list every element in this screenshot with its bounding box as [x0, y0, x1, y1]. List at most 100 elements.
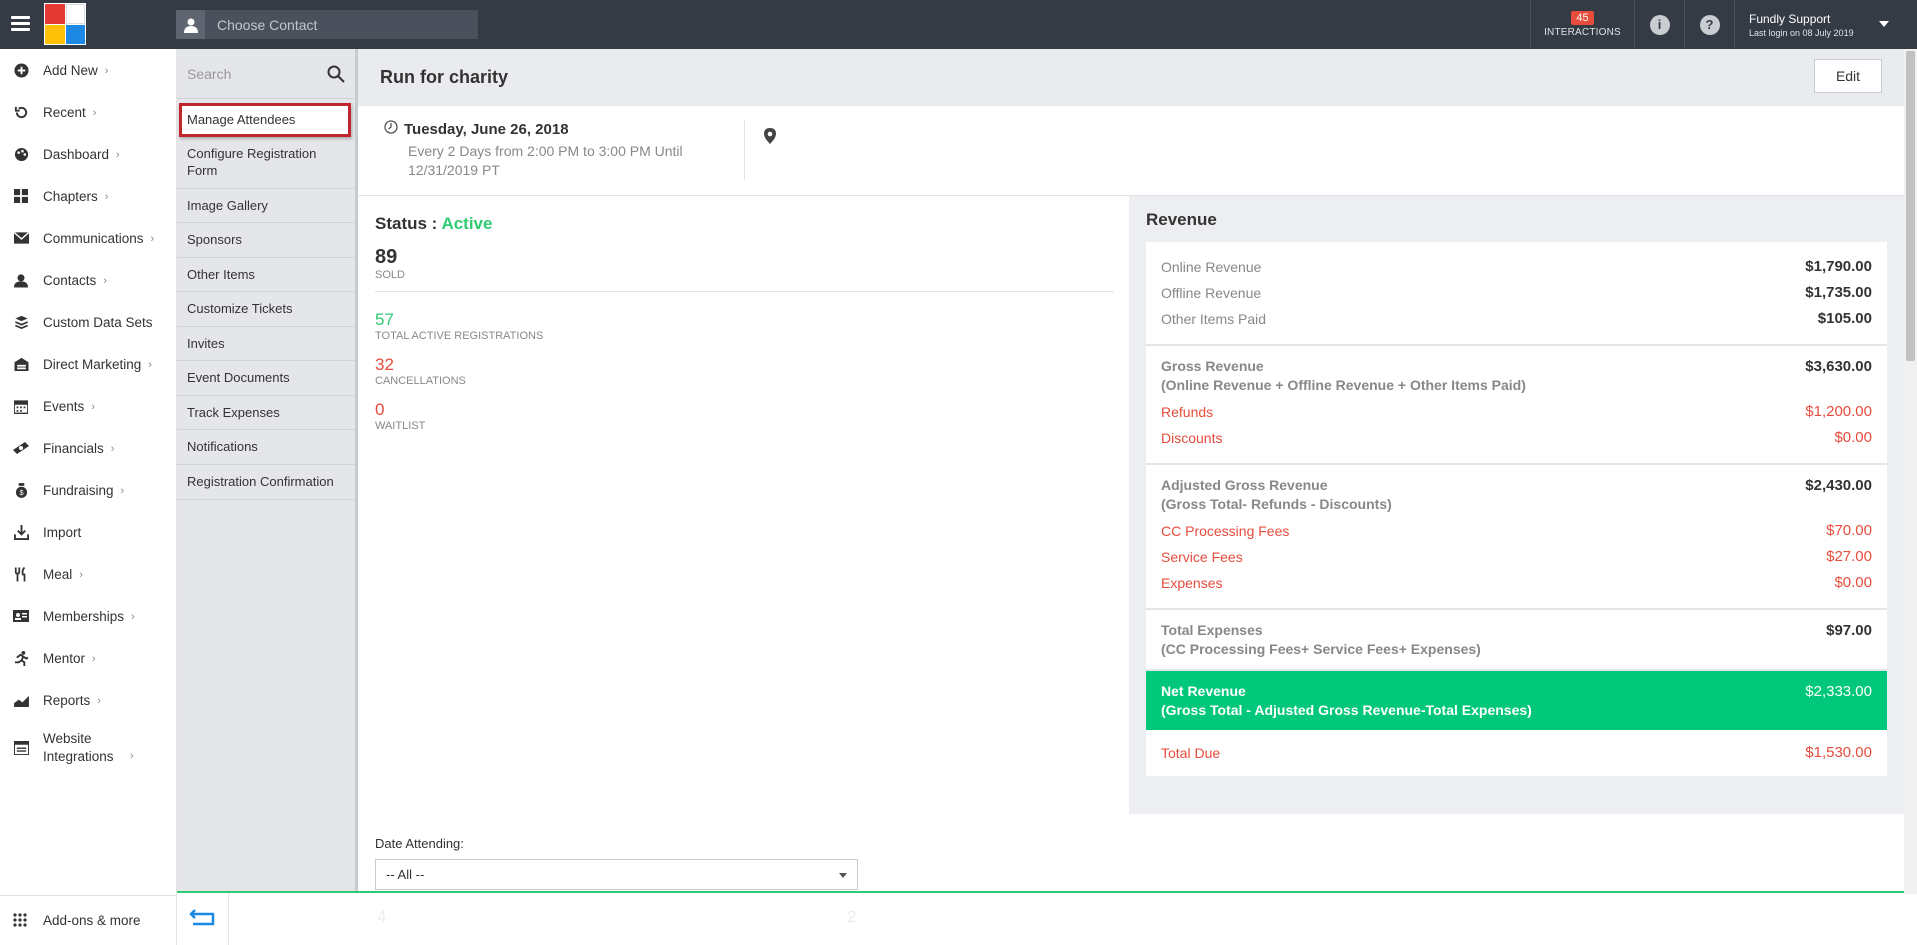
subnav-item-track-expenses[interactable]: Track Expenses — [177, 396, 355, 431]
import-icon — [13, 524, 29, 540]
nav-item-contacts[interactable]: Contacts › — [0, 259, 176, 301]
cancellations-label: CANCELLATIONS — [375, 375, 466, 387]
subnav-item-event-documents[interactable]: Event Documents — [177, 361, 355, 396]
addons-button[interactable]: Add-ons & more — [0, 895, 177, 945]
search-icon[interactable] — [327, 65, 345, 86]
refunds-amount: $1,200.00 — [1805, 403, 1872, 420]
status-value: Active — [441, 214, 493, 233]
subnav-item-invites[interactable]: Invites — [177, 327, 355, 362]
clock-icon — [384, 120, 398, 138]
nav-item-add-new[interactable]: Add New › — [0, 49, 176, 91]
user-name: Fundly Support — [1749, 11, 1831, 26]
net-revenue-formula: (Gross Total - Adjusted Gross Revenue-To… — [1161, 702, 1532, 718]
app-logo[interactable] — [44, 3, 86, 45]
nav-label: Add New — [43, 62, 98, 78]
expenses-row: Expenses $0.00 — [1161, 570, 1872, 596]
nav-item-mentor[interactable]: Mentor › — [0, 637, 176, 679]
nav-item-recent[interactable]: Recent › — [0, 91, 176, 133]
nav-item-events[interactable]: Events › — [0, 385, 176, 427]
nav-item-direct-marketing[interactable]: Direct Marketing › — [0, 343, 176, 385]
total-due-label: Total Due — [1161, 745, 1221, 761]
building-icon — [13, 356, 29, 372]
help-icon: ? — [1699, 14, 1720, 35]
date-attending-select[interactable]: -- All -- — [375, 859, 858, 890]
interactions-button[interactable]: 45 INTERACTIONS — [1530, 0, 1634, 49]
scroll-thumb[interactable] — [1906, 51, 1915, 361]
interactions-count-badge: 45 — [1571, 11, 1594, 25]
top-right-controls: 45 INTERACTIONS i ? Fundly Support Last … — [1530, 0, 1917, 49]
caret-down-icon — [839, 873, 847, 878]
cancellations-count: 32 — [375, 355, 394, 374]
user-menu[interactable]: Fundly Support Last login on 08 July 201… — [1734, 0, 1917, 49]
total-expenses-amount: $97.00 — [1826, 622, 1872, 639]
divider — [744, 120, 745, 180]
main-scrollbar[interactable] — [1904, 49, 1917, 894]
revenue-panel: Revenue Online Revenue $1,790.00 Offline … — [1129, 196, 1904, 814]
nav-item-custom-data-sets[interactable]: Custom Data Sets — [0, 301, 176, 343]
edit-button[interactable]: Edit — [1814, 59, 1882, 93]
subnav-item-customize-tickets[interactable]: Customize Tickets — [177, 292, 355, 327]
nav-item-memberships[interactable]: Memberships › — [0, 595, 176, 637]
last-login: Last login on 08 July 2019 — [1749, 27, 1854, 38]
subnav-item-sponsors[interactable]: Sponsors — [177, 223, 355, 258]
nav-item-meal[interactable]: Meal › — [0, 553, 176, 595]
invites-sent-count: 4 — [377, 907, 387, 926]
subnav-item-image-gallery[interactable]: Image Gallery — [177, 189, 355, 224]
subnav-item-notifications[interactable]: Notifications — [177, 430, 355, 466]
runner-icon — [13, 650, 29, 666]
back-button[interactable] — [177, 893, 229, 945]
nav-label: Memberships — [43, 608, 125, 624]
other-items-row: Other Items Paid $105.00 — [1161, 306, 1872, 332]
apps-grid-icon — [13, 912, 29, 929]
subnav-item-registration-confirmation[interactable]: Registration Confirmation — [177, 465, 355, 500]
chevron-right-icon: › — [116, 149, 120, 161]
nav-item-communications[interactable]: Communications › — [0, 217, 176, 259]
revenue-card: Online Revenue $1,790.00 Offline Revenue $… — [1146, 242, 1887, 776]
chevron-right-icon: › — [92, 653, 96, 665]
nav-item-import[interactable]: Import — [0, 511, 176, 553]
chart-icon — [13, 692, 29, 708]
help-button[interactable]: ? — [1684, 0, 1734, 49]
online-revenue-row: Online Revenue $1,790.00 — [1161, 254, 1872, 280]
info-button[interactable]: i — [1634, 0, 1684, 49]
nav-item-chapters[interactable]: Chapters › — [0, 175, 176, 217]
layers-icon — [13, 314, 29, 330]
gross-revenue-amount: $3,630.00 — [1805, 358, 1872, 375]
total-registrations-count: 2 — [847, 907, 857, 926]
subnav-item-manage-attendees[interactable]: Manage Attendees — [179, 103, 351, 137]
nav-label: Import — [43, 524, 82, 540]
nav-item-fundraising[interactable]: $ Fundraising › — [0, 469, 176, 511]
choose-contact-input[interactable]: Choose Contact — [176, 10, 478, 39]
revenue-sources: Online Revenue $1,790.00 Offline Revenue $… — [1146, 242, 1887, 346]
online-revenue-amount: $1,790.00 — [1805, 258, 1872, 275]
main-content: Run for charity Edit Tuesday, June 26, 2… — [358, 49, 1904, 894]
hamburger-menu-icon[interactable] — [11, 16, 30, 32]
offline-revenue-row: Offline Revenue $1,735.00 — [1161, 280, 1872, 306]
chevron-right-icon: › — [79, 569, 83, 581]
nav-label: Website Integrations — [43, 730, 114, 764]
net-revenue-row: Net Revenue $2,333.00 — [1161, 683, 1872, 700]
nav-label: Meal — [43, 566, 73, 582]
nav-item-financials[interactable]: Financials › — [0, 427, 176, 469]
location-pin-icon[interactable] — [764, 128, 776, 147]
date-attending-label: Date Attending: — [375, 836, 464, 851]
offline-revenue-amount: $1,735.00 — [1805, 284, 1872, 301]
adjusted-gross-row: Adjusted Gross Revenue $2,430.00 — [1161, 477, 1872, 494]
nav-label: Reports — [43, 692, 91, 708]
subnav-item-other-items[interactable]: Other Items — [177, 258, 355, 293]
cc-fees-label: CC Processing Fees — [1161, 523, 1290, 539]
chevron-right-icon: › — [148, 359, 152, 371]
expenses-label: Expenses — [1161, 575, 1223, 591]
nav-item-dashboard[interactable]: Dashboard › — [0, 133, 176, 175]
total-expenses-row: Total Expenses $97.00 — [1161, 622, 1872, 639]
choose-contact-placeholder: Choose Contact — [217, 16, 318, 33]
nav-item-reports[interactable]: Reports › — [0, 679, 176, 721]
person-icon — [13, 272, 29, 288]
subnav-search-input[interactable] — [187, 65, 317, 82]
event-recurrence: Every 2 Days from 2:00 PM to 3:00 PM Unt… — [408, 143, 683, 178]
event-date: Tuesday, June 26, 2018 — [404, 120, 569, 138]
left-navigation: Add New › Recent › Dashboard › Chapters › Co… — [0, 49, 177, 945]
nav-item-website-integrations[interactable]: Website Integrations › — [0, 721, 176, 774]
subnav-item-configure-registration-form[interactable]: Configure Registration Form — [177, 137, 355, 189]
caret-down-icon — [1879, 21, 1889, 27]
